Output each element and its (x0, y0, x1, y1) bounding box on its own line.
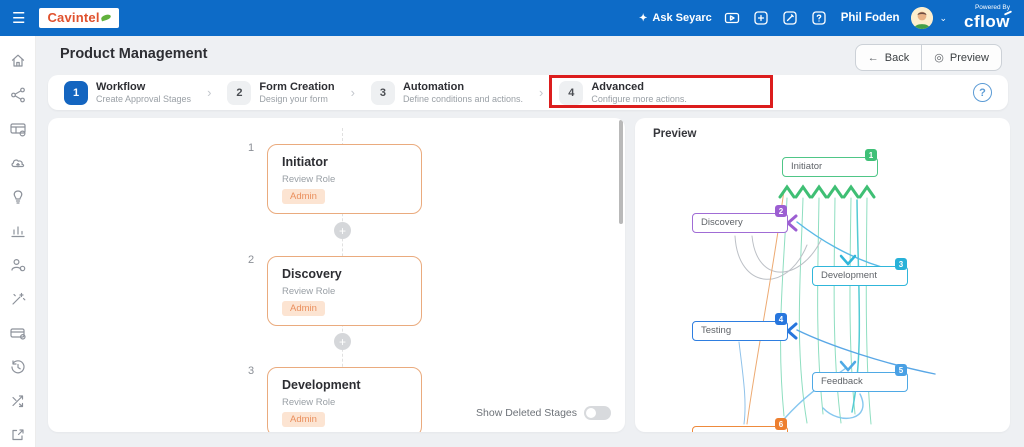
step-subtitle: Define conditions and actions. (402, 94, 524, 104)
step-subtitle: Configure more actions. (591, 94, 687, 104)
video-demo-icon[interactable] (723, 9, 741, 27)
stage-title: Discovery (282, 267, 342, 281)
stage-role-chip: Admin (282, 189, 325, 204)
step-title: Automation (402, 81, 465, 93)
edit-notes-icon[interactable] (781, 9, 799, 27)
magic-wand-icon[interactable] (9, 290, 27, 308)
step-subtitle: Create Approval Stages (96, 94, 192, 104)
process-table-icon[interactable] (9, 120, 27, 138)
user-settings-icon[interactable] (9, 256, 27, 274)
step-title: Advanced (591, 81, 644, 93)
brand-logo: Cavintel (39, 8, 119, 28)
stage-title: Initiator (282, 155, 328, 169)
idea-bulb-icon[interactable] (9, 188, 27, 206)
toggle-knob (586, 408, 596, 418)
stage-card-discovery[interactable]: Discovery Review Role Admin (267, 256, 422, 326)
user-name: Phil Foden (840, 12, 900, 24)
share-network-icon[interactable] (9, 86, 27, 104)
preview-button[interactable]: ◎ Preview (922, 45, 1001, 70)
preview-button-label: Preview (949, 51, 989, 64)
stepper-step-automation[interactable]: 3 Automation Define conditions and actio… (370, 80, 524, 105)
stage-role-chip: Admin (282, 412, 325, 427)
preview-node-testing[interactable]: Testing (692, 321, 788, 341)
node-number-badge: 4 (775, 313, 787, 325)
stepper-step-form-creation[interactable]: 2 Form Creation Design your form (227, 80, 335, 105)
show-deleted-stages-toggle[interactable] (584, 406, 611, 420)
chevron-right-icon: › (207, 85, 212, 100)
node-number-badge: 5 (895, 364, 907, 376)
sparkle-icon: ✦ (639, 12, 648, 24)
stage-role-label: Review Role (282, 174, 336, 185)
analytics-chart-icon[interactable] (9, 222, 27, 240)
add-stage-button[interactable]: + (334, 333, 351, 350)
left-sidebar (0, 36, 36, 447)
step-subtitle: Design your form (259, 94, 328, 104)
top-bar: ☰ Cavintel ✦ Ask Seyarc Phil Foden ⌄ Pow… (0, 0, 1024, 36)
header-button-group: ← Back ◎ Preview (854, 44, 1002, 71)
external-edit-icon[interactable] (9, 426, 27, 444)
stage-number: 3 (248, 365, 255, 377)
step-title: Workflow (96, 81, 146, 93)
chevron-right-icon: › (539, 85, 544, 100)
back-button[interactable]: ← Back (856, 45, 921, 70)
preview-node-discovery[interactable]: Discovery (692, 213, 788, 233)
stepper-help-icon[interactable]: ? (973, 83, 992, 102)
chevron-right-icon: › (350, 85, 355, 100)
preview-eye-icon: ◎ (934, 52, 944, 64)
stage-title: Development (282, 378, 361, 392)
workflow-stepper: 1 Workflow Create Approval Stages › 2 Fo… (48, 74, 1008, 110)
menu-icon[interactable]: ☰ (12, 9, 25, 27)
add-stage-button[interactable]: + (334, 222, 351, 239)
add-new-icon[interactable] (752, 9, 770, 27)
stages-panel: 1 Initiator Review Role Admin + 2 Discov… (48, 118, 625, 432)
step-number: 4 (559, 80, 584, 105)
preview-node-stage6[interactable] (692, 426, 788, 432)
stage-number: 1 (248, 142, 255, 154)
stage-role-chip: Admin (282, 301, 325, 316)
leaf-icon (100, 13, 112, 22)
help-icon[interactable] (810, 9, 828, 27)
preview-node-initiator[interactable]: Initiator (782, 157, 878, 177)
user-avatar[interactable] (910, 7, 933, 29)
cloud-upload-icon[interactable] (9, 154, 27, 172)
step-number: 1 (64, 80, 88, 105)
powered-by-brand: cflow (964, 11, 1010, 31)
page-title: Product Management (60, 46, 208, 62)
stage-role-label: Review Role (282, 397, 336, 408)
preview-panel-title: Preview (653, 128, 697, 140)
ask-seyarc-button[interactable]: ✦ Ask Seyarc (639, 12, 712, 24)
step-number: 2 (227, 80, 252, 105)
show-deleted-stages-row: Show Deleted Stages (476, 406, 611, 420)
node-number-badge: 1 (865, 149, 877, 161)
preview-panel: Preview Initiator Discovery Development … (635, 118, 1010, 432)
stage-card-initiator[interactable]: Initiator Review Role Admin (267, 144, 422, 214)
stage-number: 2 (248, 254, 255, 266)
home-icon[interactable] (9, 52, 27, 70)
card-settings-icon[interactable] (9, 324, 27, 342)
node-number-badge: 6 (775, 418, 787, 430)
back-arrow-icon: ← (867, 51, 879, 64)
stepper-step-workflow[interactable]: 1 Workflow Create Approval Stages (64, 80, 192, 105)
step-number: 3 (370, 80, 395, 105)
dropdown-caret-icon[interactable]: ⌄ (940, 13, 948, 24)
preview-node-feedback[interactable]: Feedback (812, 372, 908, 392)
stepper-step-advanced[interactable]: 4 Advanced Configure more actions. (549, 74, 774, 108)
stages-scrollbar[interactable] (619, 120, 623, 224)
stage-card-development[interactable]: Development Review Role Admin (267, 367, 422, 432)
node-number-badge: 2 (775, 205, 787, 217)
powered-by-logo: Powered By cflow (964, 5, 1013, 31)
node-number-badge: 3 (895, 258, 907, 270)
stage-role-label: Review Role (282, 286, 336, 297)
integration-arrows-icon[interactable] (9, 392, 27, 410)
toggle-label: Show Deleted Stages (476, 407, 577, 419)
step-title: Form Creation (259, 81, 335, 93)
ask-seyarc-label: Ask Seyarc (652, 12, 712, 24)
back-button-label: Back (884, 51, 910, 64)
preview-node-development[interactable]: Development (812, 266, 908, 286)
brand-name: Cavintel (47, 10, 100, 25)
history-icon[interactable] (9, 358, 27, 376)
